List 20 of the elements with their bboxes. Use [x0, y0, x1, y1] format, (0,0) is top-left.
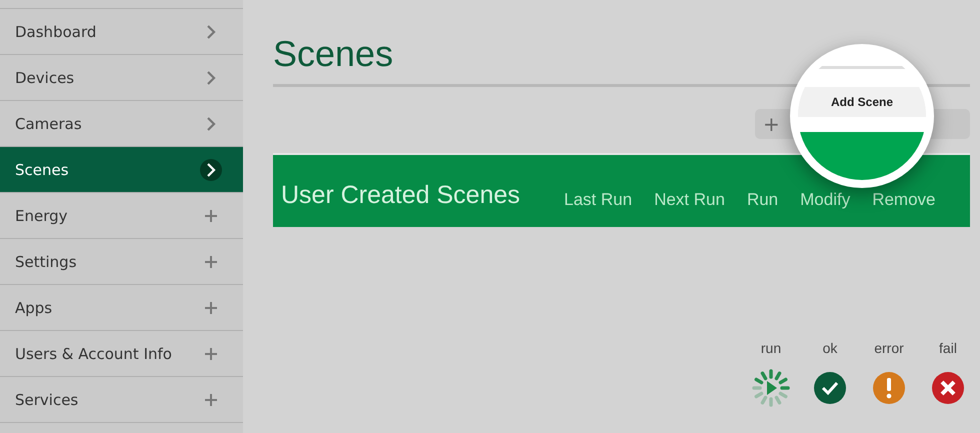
legend-label: run — [760, 340, 782, 356]
sidebar-item[interactable]: Users & Account Info — [0, 331, 243, 377]
column-header: Run — [746, 190, 778, 210]
sidebar-item[interactable]: Dashboard — [0, 9, 243, 55]
sidebar-item[interactable]: Settings — [0, 239, 243, 285]
column-header: Remove — [872, 190, 936, 210]
sidebar-item[interactable]: Apps — [0, 285, 243, 331]
column-header: Last Run — [564, 190, 632, 210]
table-title: User Created Scenes — [281, 181, 520, 210]
sidebar-item[interactable]: Devices — [0, 55, 243, 101]
page-title: Scenes — [273, 32, 394, 76]
column-header: Modify — [800, 190, 850, 210]
chevron-icon — [200, 158, 222, 180]
legend-label: fail — [939, 340, 957, 356]
legend-label: ok — [822, 340, 838, 356]
column-header: Next Run — [654, 190, 725, 210]
legend-label: error — [874, 340, 904, 356]
sidebar-item[interactable]: Scenes — [0, 147, 243, 193]
sidebar-item[interactable]: Services — [0, 377, 243, 423]
sidebar-item[interactable]: Energy — [0, 193, 243, 239]
